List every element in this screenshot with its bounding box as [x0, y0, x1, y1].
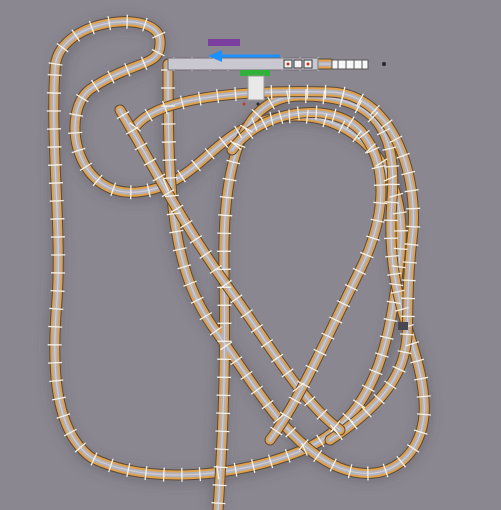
track-tie: [162, 159, 177, 161]
track-tie: [50, 218, 65, 220]
station-building[interactable]: [247, 75, 265, 101]
track-tie: [373, 184, 388, 186]
queue-entrance[interactable]: [331, 59, 369, 70]
track-tie: [212, 484, 227, 487]
station-green-marker[interactable]: [240, 70, 270, 76]
track-canvas[interactable]: [0, 0, 501, 510]
track-tie: [163, 176, 178, 180]
track-tie: [48, 325, 63, 328]
track-tie: [406, 225, 421, 228]
peep-icon[interactable]: [382, 62, 386, 66]
support-post: [398, 322, 408, 330]
track-tie: [406, 207, 421, 210]
track-tie: [214, 448, 229, 451]
track-tie: [288, 109, 291, 124]
station-purple-marker[interactable]: [208, 39, 240, 46]
track-tie: [68, 131, 83, 134]
track-tie: [213, 466, 228, 469]
track-tie: [211, 502, 226, 505]
track-tie: [48, 164, 63, 166]
track-scene[interactable]: [0, 0, 501, 510]
game-viewport[interactable]: [0, 0, 501, 510]
track-junction-marker-b: [256, 102, 260, 106]
track-tie: [50, 289, 65, 292]
track-tie: [401, 279, 416, 282]
track-tie: [216, 412, 231, 415]
train-cars[interactable]: [283, 59, 313, 69]
track-tie: [270, 85, 273, 100]
track-tie: [162, 467, 165, 482]
track-tie: [47, 73, 62, 77]
track-tie: [49, 199, 64, 202]
track-tie: [48, 182, 63, 184]
track-tie: [400, 333, 415, 336]
track-tie: [315, 105, 318, 120]
track-tie: [215, 430, 230, 433]
track-tie: [47, 361, 63, 364]
track-junction-marker-a: [242, 102, 246, 106]
